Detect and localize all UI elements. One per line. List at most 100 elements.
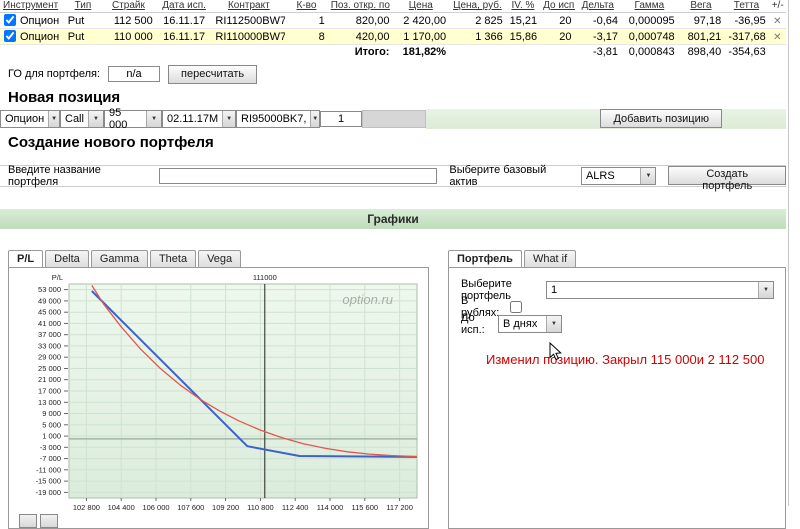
tab-portfolio[interactable]: Портфель (448, 249, 522, 267)
svg-text:-3 000: -3 000 (40, 442, 61, 451)
svg-text:21 000: 21 000 (38, 375, 61, 384)
svg-text:53 000: 53 000 (38, 285, 61, 294)
svg-text:37 000: 37 000 (38, 330, 61, 339)
contract-select[interactable]: RI95000BK7, ▼ (236, 109, 320, 128)
exp-mode-select[interactable]: В днях ▼ (498, 314, 562, 333)
cell-instrument: Опцион (0, 12, 65, 29)
svg-text:-15 000: -15 000 (36, 476, 61, 485)
contract-value: RI95000BK7, (241, 112, 307, 125)
svg-text:-7 000: -7 000 (40, 454, 61, 463)
portfolio-value: 1 (551, 283, 558, 296)
new-portfolio-title: Создание нового портфеля (8, 133, 214, 151)
tab-vega[interactable]: Vega (198, 249, 242, 267)
cell-vega: 801,21 (677, 28, 725, 45)
col-header-delta[interactable]: Дельта (574, 0, 622, 13)
add-position-button[interactable]: Добавить позицию (600, 109, 722, 128)
portfolio-panel: Выберите портфель 1 ▼ В рублях: До исп.: … (448, 266, 786, 529)
cell-theta: -317,68 (724, 28, 769, 45)
col-header-date[interactable]: Дата исп. (155, 0, 213, 13)
instrument-label: Опцион (20, 31, 60, 43)
cell-contract: RI112500BW7 (212, 12, 286, 29)
col-header-strike[interactable]: Страйк (101, 0, 156, 13)
cell-strike: 112 500 (101, 12, 156, 29)
cell-days: 20 (540, 28, 575, 45)
call-put-select[interactable]: Call ▼ (60, 109, 104, 128)
recalc-button[interactable]: пересчитать (168, 64, 258, 84)
cell-date: 16.11.17 (155, 28, 213, 45)
svg-text:option.ru: option.ru (342, 292, 393, 307)
panel-tabs: Портфель What if (448, 249, 577, 267)
col-header-gamma[interactable]: Гамма (621, 0, 678, 13)
col-header-price[interactable]: Цена (392, 0, 450, 13)
qty-input[interactable] (320, 110, 362, 127)
cell-instrument: Опцион (0, 28, 65, 45)
instrument-type-select[interactable]: Опцион ▼ (0, 109, 60, 128)
charts-section-header: Графики (0, 208, 786, 229)
svg-text:1 000: 1 000 (42, 431, 61, 440)
chevron-down-icon: ▼ (48, 110, 59, 127)
col-header-contract[interactable]: Контракт (212, 0, 286, 13)
cell-days: 20 (540, 12, 575, 29)
col-header-vega[interactable]: Вега (677, 0, 725, 13)
col-header-iv[interactable]: IV. % (505, 0, 541, 13)
exp-mode-value: В днях (503, 317, 538, 330)
cell-type: Put (64, 28, 102, 45)
svg-text:106 000: 106 000 (142, 503, 169, 512)
col-header-open[interactable]: Поз. откр. по (327, 0, 393, 13)
add-position-strip: Добавить позицию (426, 108, 786, 129)
tab-pl[interactable]: P/L (8, 249, 44, 267)
create-portfolio-button[interactable]: Создать портфель (668, 166, 786, 192)
margin-input[interactable] (108, 66, 161, 82)
row-checkbox[interactable] (4, 30, 16, 42)
cell-type: Put (64, 12, 102, 29)
exp-date-select[interactable]: 02.11.17М ▼ (162, 109, 236, 128)
tab-gamma[interactable]: Gamma (90, 249, 148, 267)
svg-text:107 600: 107 600 (177, 503, 204, 512)
table-header-row: Инструмент Тип Страйк Дата исп. Контракт… (0, 0, 786, 13)
delete-position-icon[interactable]: ✕ (773, 32, 781, 43)
position-row: Опцион Put 110 000 16.11.17 RI110000BW7 … (0, 28, 786, 45)
exp-mode-row: До исп.: В днях ▼ (461, 312, 785, 336)
cell-strike: 110 000 (101, 28, 156, 45)
col-header-instrument[interactable]: Инструмент (0, 0, 65, 13)
col-header-days[interactable]: До исп. (540, 0, 575, 13)
col-header-type[interactable]: Тип (64, 0, 102, 13)
col-header-theta[interactable]: Тетта (724, 0, 769, 13)
scrollbar-track[interactable] (788, 0, 789, 506)
cell-contract: RI110000BW7 (212, 28, 286, 45)
base-asset-label: Выберите базовый актив (449, 163, 547, 188)
margin-row: ГО для портфеля: пересчитать (8, 64, 800, 84)
cell-date: 16.11.17 (155, 12, 213, 29)
tab-what-if[interactable]: What if (523, 249, 577, 267)
portfolio-name-input[interactable] (159, 167, 438, 184)
rubles-checkbox[interactable] (510, 300, 522, 313)
col-header-qty[interactable]: К-во (285, 0, 328, 13)
row-checkbox[interactable] (4, 14, 16, 26)
base-asset-select[interactable]: ALRS ▼ (580, 166, 657, 185)
zoom-out-button[interactable] (19, 513, 37, 528)
new-portfolio-row: Введите название портфеля Выберите базов… (0, 163, 786, 192)
chevron-down-icon: ▼ (222, 110, 235, 127)
mouse-cursor (549, 342, 562, 361)
exp-mode-label: До исп.: (461, 311, 485, 336)
totals-label: Итого: (354, 46, 390, 59)
chevron-down-icon: ▼ (88, 110, 103, 127)
zoom-in-button[interactable] (40, 513, 58, 528)
tab-delta[interactable]: Delta (45, 249, 89, 267)
cell-open: 820,00 (327, 12, 393, 29)
col-header-price-rub[interactable]: Цена, руб. (449, 0, 506, 13)
call-put-value: Call (65, 112, 84, 125)
svg-text:41 000: 41 000 (38, 318, 61, 327)
chevron-down-icon: ▼ (146, 110, 161, 127)
delete-position-icon[interactable]: ✕ (773, 16, 781, 27)
strike-select[interactable]: 95 000 ▼ (104, 107, 162, 131)
svg-text:29 000: 29 000 (38, 352, 61, 361)
tab-theta[interactable]: Theta (149, 249, 197, 267)
totals-gamma: 0,000843 (628, 46, 675, 59)
totals-row: Итого: 181,82% -3,81 0,000843 898,40 -35… (0, 45, 786, 60)
rubles-row: В рублях: (461, 295, 785, 319)
new-position-title: Новая позиция (8, 88, 121, 106)
portfolio-select[interactable]: 1 ▼ (546, 280, 774, 299)
cell-qty: 8 (285, 28, 328, 45)
base-asset-value: ALRS (585, 169, 615, 182)
